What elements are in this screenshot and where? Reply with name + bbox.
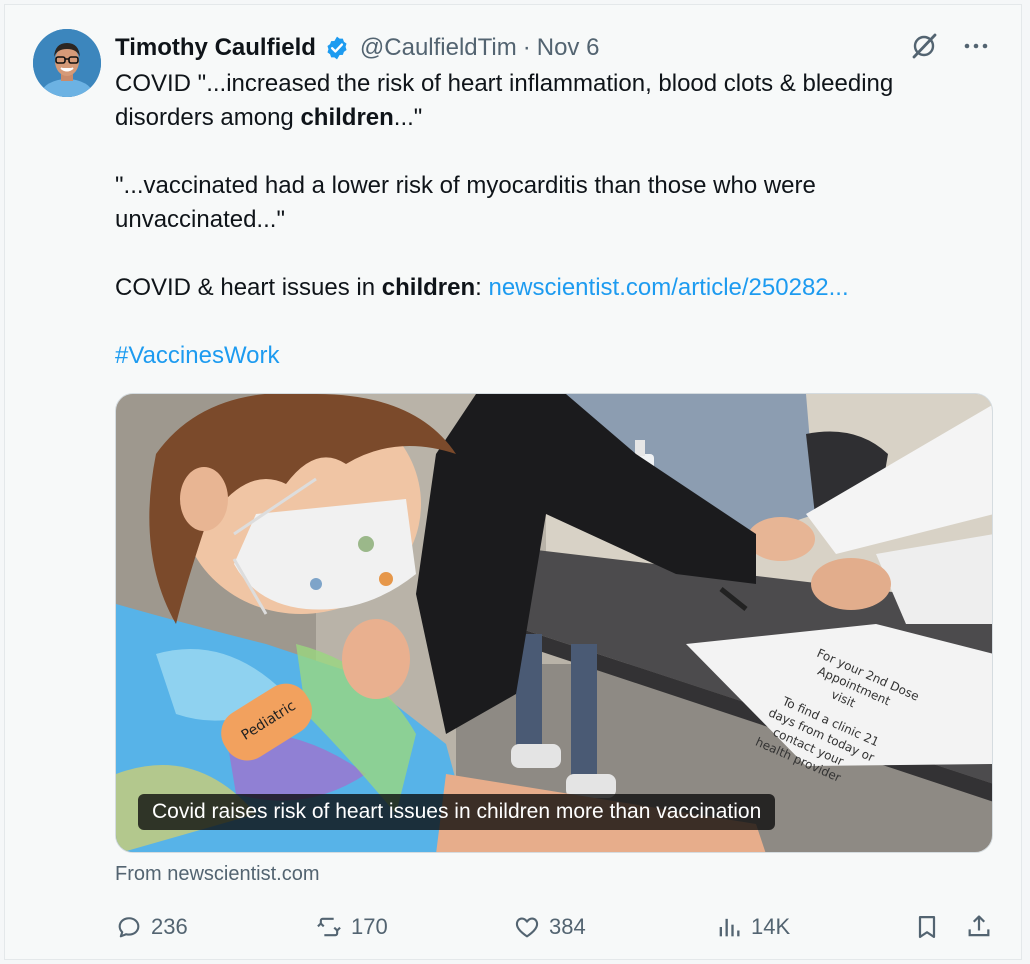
tweet-text-segment: : <box>475 274 489 301</box>
tweet-line-5: COVID & heart issues in children: newsci… <box>115 271 995 305</box>
link-card-image[interactable]: For your 2nd Dose Appointment visit To f… <box>115 393 993 853</box>
author-handle[interactable]: @CaulfieldTim <box>360 34 517 62</box>
tweet-card[interactable]: Timothy Caulfield @CaulfieldTim · Nov 6 <box>4 4 1022 960</box>
tweet-date[interactable]: Nov 6 <box>537 34 600 62</box>
view-count: 14K <box>751 914 791 939</box>
reply-count: 236 <box>151 914 188 939</box>
heart-icon <box>515 917 539 938</box>
card-photo: For your 2nd Dose Appointment visit To f… <box>116 394 992 852</box>
tweet-text-segment: COVID & heart issues in <box>115 274 382 301</box>
tweet-line-1: COVID "...increased the risk of heart in… <box>115 67 995 101</box>
views-button[interactable]: 14K <box>715 907 790 947</box>
tweet-text-segment: COVID "...increased the risk of heart in… <box>115 70 894 97</box>
repost-icon <box>317 917 341 937</box>
tweet-line-6: #VaccinesWork <box>115 339 995 373</box>
tweet-line-3: "...vaccinated had a lower risk of myoca… <box>115 169 995 203</box>
views-chart-icon <box>719 918 740 937</box>
card-source[interactable]: From newscientist.com <box>115 863 320 886</box>
more-options-icon[interactable] <box>961 31 991 61</box>
article-link[interactable]: newscientist.com/article/250282... <box>488 274 848 301</box>
share-button[interactable] <box>965 907 993 947</box>
tweet-bold-text: children <box>300 104 394 131</box>
hashtag-link[interactable]: #VaccinesWork <box>115 342 280 369</box>
tweet-line-2: disorders among children..." <box>115 101 995 135</box>
tweet-bold-text: children <box>381 274 476 301</box>
tweet-text-segment: ..." <box>393 104 423 131</box>
repost-count: 170 <box>351 914 388 939</box>
separator-dot: · <box>522 34 531 61</box>
grok-icon[interactable] <box>909 31 939 61</box>
tweet-actions: 236 170 384 14K <box>115 907 995 947</box>
avatar[interactable] <box>33 29 101 97</box>
bookmark-button[interactable] <box>913 907 941 947</box>
reply-button[interactable]: 236 <box>115 907 188 947</box>
tweet-header: Timothy Caulfield @CaulfieldTim · Nov 6 <box>115 31 599 65</box>
like-count: 384 <box>549 914 586 939</box>
tweet-text-segment: disorders among <box>115 104 301 131</box>
tweet-text-segment: unvaccinated..." <box>115 206 285 233</box>
bookmark-icon <box>918 915 936 939</box>
share-icon <box>968 915 990 937</box>
reply-icon <box>118 917 140 938</box>
tweet-text: COVID "...increased the risk of heart in… <box>115 67 995 373</box>
avatar-image <box>33 29 101 97</box>
verified-badge-icon <box>324 35 350 61</box>
like-button[interactable]: 384 <box>513 907 586 947</box>
tweet-line-4: unvaccinated..." <box>115 203 995 237</box>
tweet-top-actions <box>909 31 991 61</box>
card-caption: Covid raises risk of heart issues in chi… <box>138 794 776 830</box>
author-name[interactable]: Timothy Caulfield <box>115 34 316 62</box>
tweet-text-segment: "...vaccinated had a lower risk of myoca… <box>115 172 816 199</box>
repost-button[interactable]: 170 <box>315 907 388 947</box>
